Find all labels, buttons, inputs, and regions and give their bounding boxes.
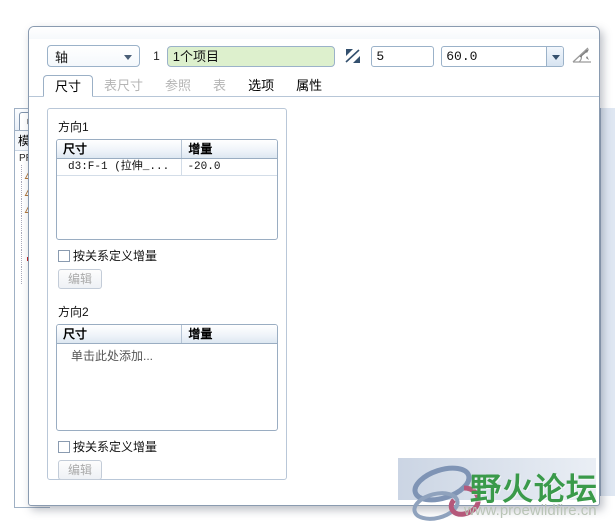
direction1-relation-checkbox[interactable]: [58, 249, 70, 262]
dashboard-toolbar: 轴 1 1个项目 5 60.0: [29, 39, 599, 73]
tab-table: 表: [213, 78, 227, 93]
direction1-relation-checkbox-row[interactable]: 按关系定义增量: [58, 247, 278, 264]
tab-references: 参照: [165, 78, 192, 93]
tree-connector: [17, 267, 26, 284]
direction2-table[interactable]: 尺寸 增量 单击此处添加...: [56, 324, 278, 431]
tree-connector: [17, 165, 26, 182]
direction1-table[interactable]: 尺寸 增量 d3:F-1 (拉伸_... -20.0: [56, 139, 278, 240]
direction2-label: 方向2: [58, 305, 89, 319]
direction-flip-icon[interactable]: [342, 45, 364, 67]
tab-options[interactable]: 选项: [237, 75, 285, 97]
column-header-increment: 增量: [188, 327, 213, 341]
direction2-edit-button: 编辑: [58, 460, 103, 480]
direction2-relation-checkbox[interactable]: [58, 440, 70, 453]
dialog-topbar: [29, 27, 599, 39]
pattern-count-input[interactable]: 5: [371, 45, 435, 67]
collector-index-label: 1: [153, 49, 160, 63]
cell-increment: -20.0: [182, 159, 277, 176]
column-header-increment: 增量: [188, 142, 213, 156]
pattern-dashboard-dialog: 轴 1 1个项目 5 60.0 尺寸 表尺寸 参照 表 选项 属性 方向1 尺寸…: [28, 26, 600, 506]
tree-connector: [17, 182, 26, 199]
angular-dimension-icon: [571, 45, 593, 67]
dashboard-tabbar: 尺寸 表尺寸 参照 表 选项 属性: [29, 73, 599, 97]
app-window: ⊞ 模型树 PRT: [0, 0, 615, 528]
direction2-table-body: 单击此处添加...: [57, 344, 277, 430]
direction2-relation-label: 按关系定义增量: [73, 440, 158, 454]
tab-properties[interactable]: 属性: [285, 75, 333, 97]
direction1-table-header: 尺寸 增量: [57, 140, 277, 159]
pattern-type-dropdown[interactable]: 轴: [47, 45, 141, 67]
table-row[interactable]: d3:F-1 (拉伸_... -20.0: [57, 159, 277, 176]
direction1-table-body: d3:F-1 (拉伸_... -20.0: [57, 159, 277, 239]
direction1-edit-button: 编辑: [58, 269, 103, 289]
cell-dimension: d3:F-1 (拉伸_...: [57, 159, 183, 176]
column-header-dimension: 尺寸: [57, 325, 183, 343]
pattern-spacing-combo[interactable]: 60.0: [441, 45, 564, 67]
pattern-type-value: 轴: [55, 49, 69, 65]
tab-table-dimensions: 表尺寸: [104, 78, 144, 93]
tree-connector: [17, 250, 26, 267]
tab-dimensions[interactable]: 尺寸: [43, 75, 94, 97]
viewport-scrollbar[interactable]: [600, 108, 615, 496]
chevron-down-icon: [124, 55, 133, 60]
column-header-dimension: 尺寸: [57, 140, 183, 158]
pattern-spacing-value[interactable]: 60.0: [442, 47, 546, 66]
dimensions-panel: 方向1 尺寸 增量 d3:F-1 (拉伸_... -20.0 按关系定义增量 编…: [47, 108, 287, 480]
chevron-down-icon[interactable]: [546, 46, 563, 66]
panel-spacer: [56, 289, 278, 301]
direction2-add-placeholder[interactable]: 单击此处添加...: [57, 344, 277, 364]
reference-collector-input[interactable]: 1个项目: [166, 45, 336, 67]
direction2-table-header: 尺寸 增量: [57, 325, 277, 344]
tree-connector: [17, 233, 26, 250]
tree-connector: [17, 199, 26, 216]
direction2-relation-checkbox-row[interactable]: 按关系定义增量: [58, 438, 278, 455]
tree-connector: [17, 216, 26, 233]
direction1-label: 方向1: [58, 120, 89, 134]
direction1-relation-label: 按关系定义增量: [73, 249, 158, 263]
